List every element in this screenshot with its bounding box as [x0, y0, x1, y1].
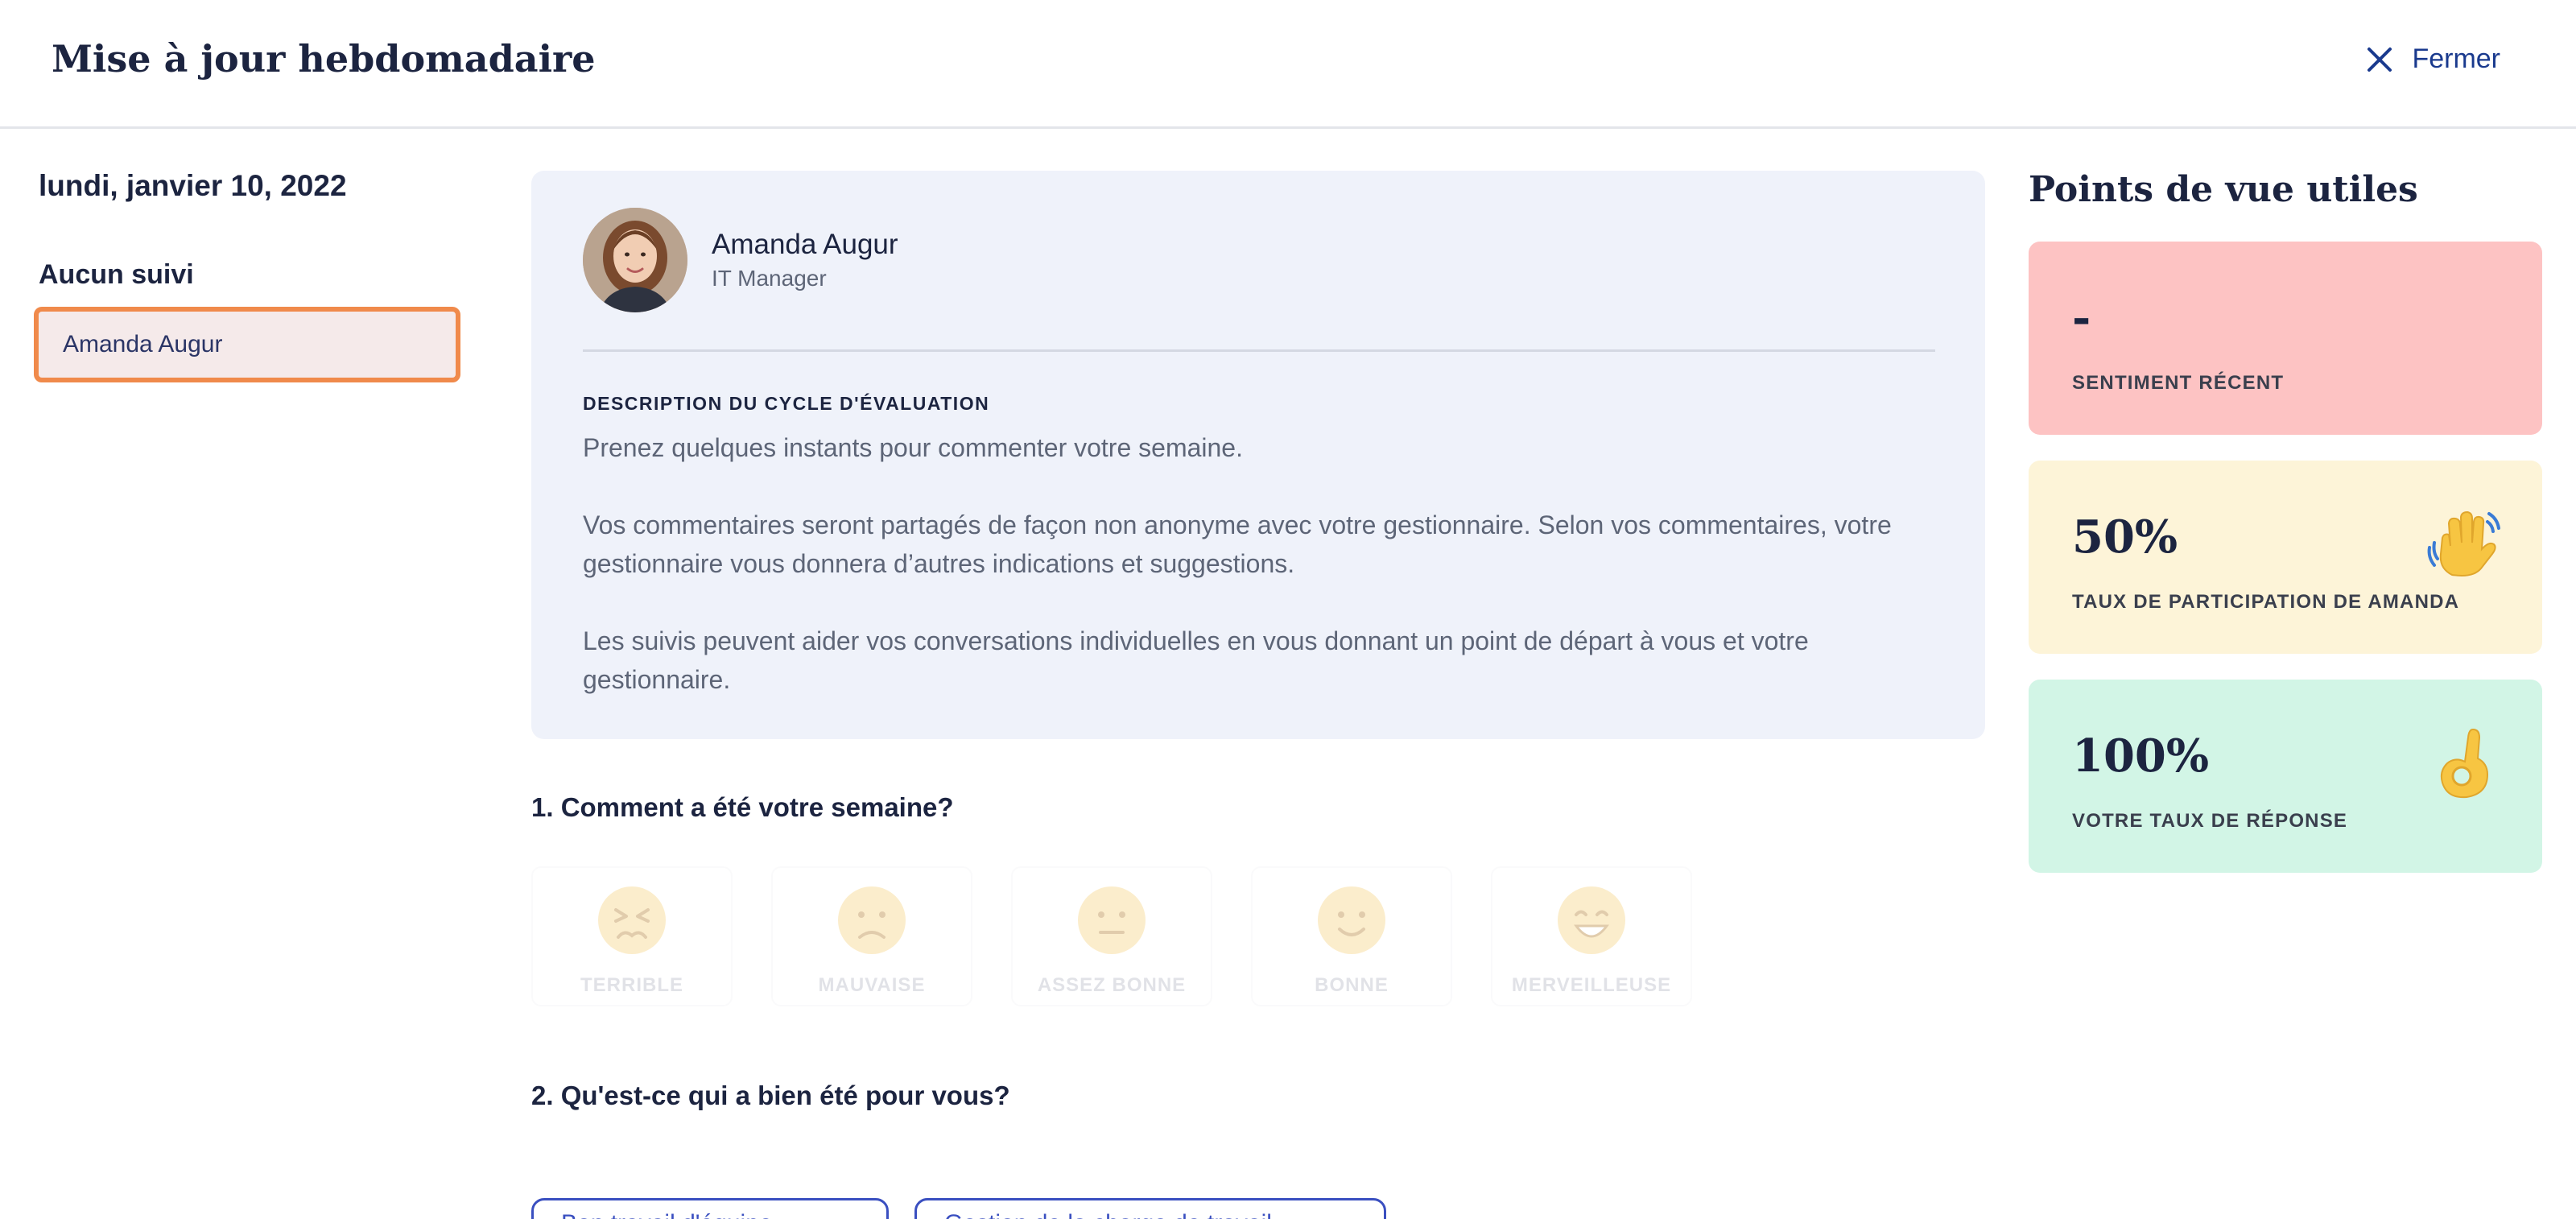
close-button[interactable]: Fermer: [2365, 43, 2500, 75]
page-title: Mise à jour hebdomadaire: [52, 37, 596, 81]
answer-chip[interactable]: Bon travail d'équipe: [531, 1198, 889, 1219]
insight-value: -: [2072, 291, 2091, 345]
insight-card-recent-sentiment: - SENTIMENT RÉCENT: [2029, 242, 2542, 435]
mood-option-mauvaise[interactable]: MAUVAISE: [771, 866, 972, 1006]
description-paragraph: Prenez quelques instants pour commenter …: [583, 433, 1243, 462]
mood-label: ASSEZ BONNE: [1037, 974, 1187, 996]
face-grin-icon: [1558, 886, 1625, 954]
description-paragraph: Vos commentaires seront partagés de faço…: [583, 510, 1892, 578]
face-tired-icon: [598, 886, 666, 954]
close-label: Fermer: [2412, 43, 2500, 74]
mood-label: MERVEILLEUSE: [1511, 974, 1672, 996]
face-neutral-icon: [1078, 886, 1146, 954]
insight-value: 50%: [2072, 510, 2178, 564]
divider: [583, 349, 1935, 352]
cycle-description-card: Amanda Augur IT Manager DESCRIPTION DU C…: [531, 171, 1985, 739]
face-frown-icon: [838, 886, 906, 954]
user-role: IT Manager: [712, 266, 827, 291]
question-2-label: 2. Qu'est-ce qui a bien été pour vous?: [531, 1081, 1010, 1110]
mood-label: TERRIBLE: [580, 974, 683, 996]
followup-sidebar: lundi, janvier 10, 2022 Aucun suivi Aman…: [34, 169, 465, 382]
mood-label: BONNE: [1315, 974, 1389, 996]
waving-hand-icon: [2427, 510, 2500, 576]
mood-label: MAUVAISE: [818, 974, 926, 996]
mood-option-terrible[interactable]: TERRIBLE: [531, 866, 733, 1006]
insight-label: TAUX DE PARTICIPATION DE AMANDA: [2072, 591, 2460, 613]
insight-value: 100%: [2072, 729, 2210, 783]
description-label: DESCRIPTION DU CYCLE D'ÉVALUATION: [583, 393, 990, 414]
avatar: [583, 208, 687, 312]
weekly-update-modal: Mise à jour hebdomadaire Fermer lundi, j…: [0, 0, 2576, 1219]
mood-option-bonne[interactable]: BONNE: [1251, 866, 1452, 1006]
user-name: Amanda Augur: [712, 229, 898, 260]
date-heading: lundi, janvier 10, 2022: [39, 169, 347, 202]
avatar-portrait-icon: [583, 208, 687, 312]
insight-card-response-rate: 100% VOTRE TAUX DE RÉPONSE: [2029, 680, 2542, 873]
mood-selector: TERRIBLE MAUVAISE ASSEZ BONNE BONNE MERV…: [531, 866, 1731, 1006]
insight-card-participation-rate: 50% TAUX DE PARTICIPATION DE AMANDA: [2029, 461, 2542, 654]
question-1-label: 1. Comment a été votre semaine?: [531, 792, 954, 822]
insights-title: Points de vue utiles: [2029, 169, 2418, 210]
face-smile-icon: [1318, 886, 1385, 954]
description-paragraph: Les suivis peuvent aider vos conversatio…: [583, 626, 1809, 694]
close-icon: [2368, 47, 2392, 72]
ok-hand-icon: [2440, 728, 2489, 799]
mood-option-assez-bonne[interactable]: ASSEZ BONNE: [1011, 866, 1212, 1006]
modal-header: Mise à jour hebdomadaire Fermer: [0, 0, 2576, 129]
followup-heading: Aucun suivi: [39, 259, 194, 290]
answer-chip[interactable]: Gestion de la charge de travail: [914, 1198, 1386, 1219]
mood-option-merveilleuse[interactable]: MERVEILLEUSE: [1491, 866, 1692, 1006]
followup-item-amanda-augur[interactable]: Amanda Augur: [34, 307, 460, 382]
insight-label: VOTRE TAUX DE RÉPONSE: [2072, 810, 2348, 832]
insight-label: SENTIMENT RÉCENT: [2072, 372, 2285, 394]
